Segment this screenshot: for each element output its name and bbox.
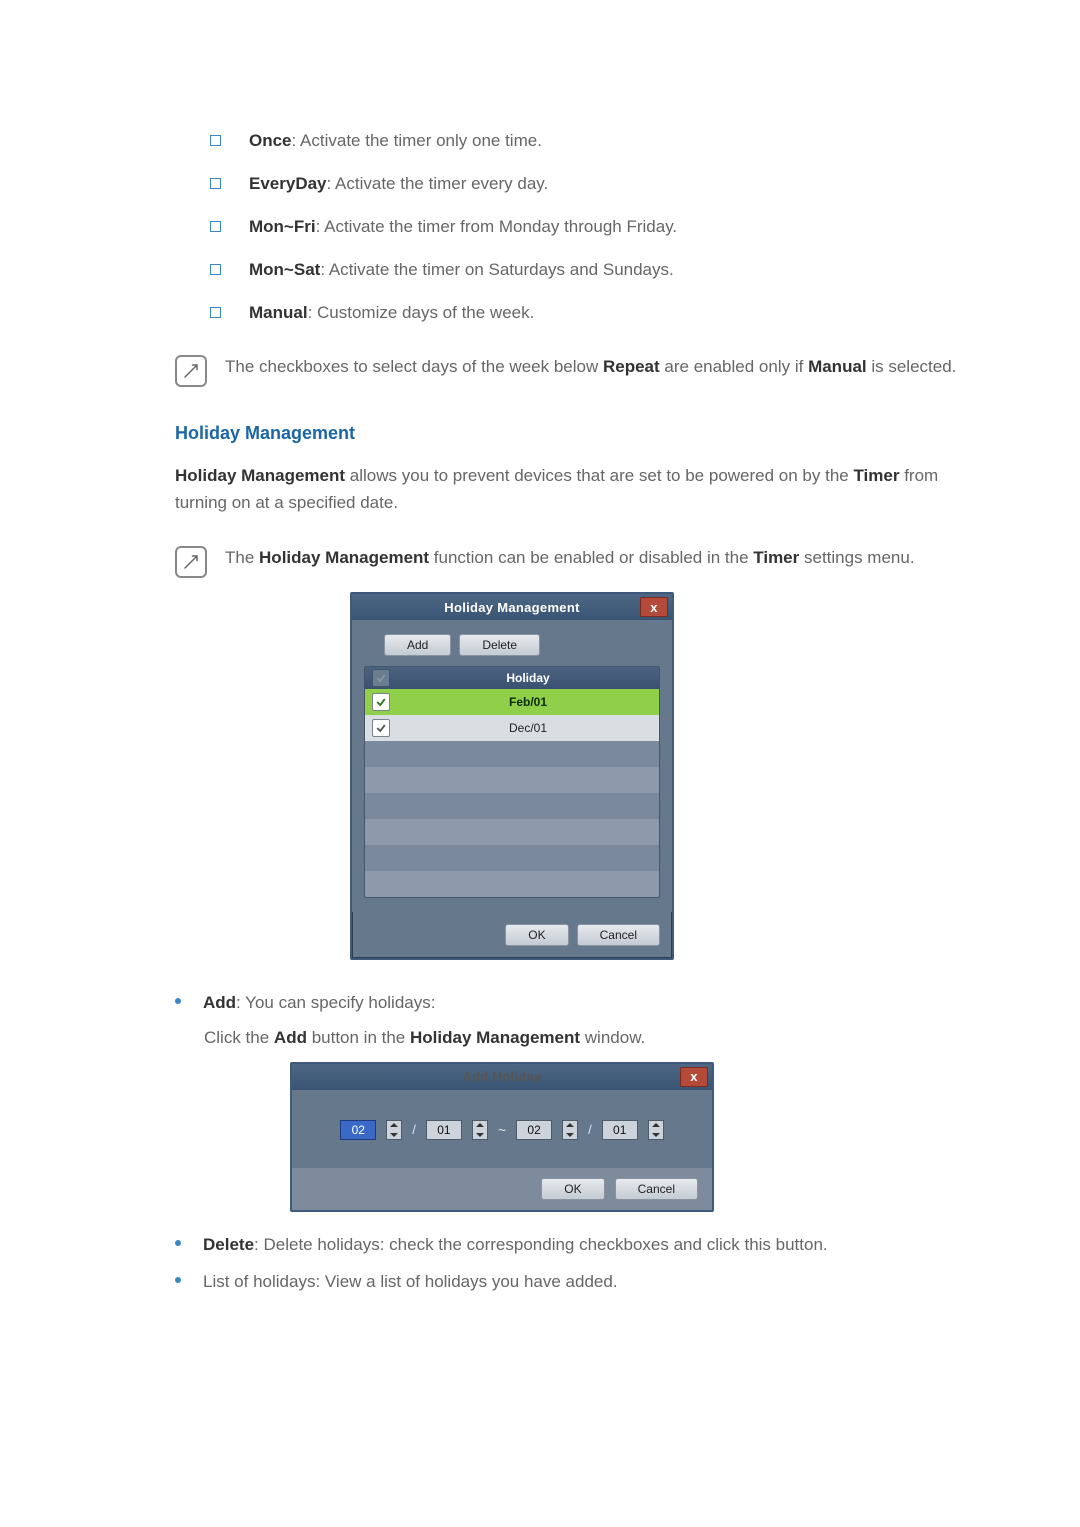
holiday-cell: Feb/01 xyxy=(397,695,659,709)
table-header: Holiday xyxy=(365,667,659,689)
bullet-text: Mon~Sat: Activate the timer on Saturdays… xyxy=(249,259,674,282)
date-range-row: 02 / 01 ~ 02 / 01 xyxy=(292,1120,712,1168)
dot-bullet-icon xyxy=(175,1240,181,1246)
note-icon xyxy=(175,546,207,578)
square-bullet-icon xyxy=(210,135,221,146)
list-item: EveryDay: Activate the timer every day. xyxy=(210,173,980,196)
list-item: Manual: Customize days of the week. xyxy=(210,302,980,325)
bullet-text: Manual: Customize days of the week. xyxy=(249,302,534,325)
square-bullet-icon xyxy=(210,264,221,275)
spinner-icon[interactable] xyxy=(386,1120,402,1140)
ok-button[interactable]: OK xyxy=(541,1178,604,1200)
section-title: Holiday Management xyxy=(175,423,980,444)
slash-separator: / xyxy=(588,1122,592,1137)
row-checkbox[interactable] xyxy=(372,693,390,711)
ok-button[interactable]: OK xyxy=(505,924,568,946)
bullet-text: EveryDay: Activate the timer every day. xyxy=(249,173,548,196)
list-item: Mon~Fri: Activate the timer from Monday … xyxy=(210,216,980,239)
column-holiday: Holiday xyxy=(397,671,659,685)
list-item: List of holidays: View a list of holiday… xyxy=(175,1269,980,1295)
bullet-text: Mon~Fri: Activate the timer from Monday … xyxy=(249,216,677,239)
note-row: The Holiday Management function can be e… xyxy=(175,546,980,578)
note-text: The Holiday Management function can be e… xyxy=(225,546,915,570)
spinner-icon[interactable] xyxy=(562,1120,578,1140)
square-bullet-icon xyxy=(210,178,221,189)
close-button[interactable]: x xyxy=(640,597,668,617)
table-row[interactable]: Dec/01 xyxy=(365,715,659,741)
note-text: The checkboxes to select days of the wee… xyxy=(225,355,956,379)
table-row-empty xyxy=(365,741,659,767)
add-holiday-dialog: Add Holiday x 02 / 01 ~ 02 / 01 xyxy=(290,1062,714,1212)
end-month-input[interactable]: 02 xyxy=(516,1120,552,1140)
end-day-input[interactable]: 01 xyxy=(602,1120,638,1140)
list-item: Delete: Delete holidays: check the corre… xyxy=(175,1232,980,1258)
table-row-empty xyxy=(365,767,659,793)
square-bullet-icon xyxy=(210,307,221,318)
sub-paragraph: Click the Add button in the Holiday Mana… xyxy=(204,1028,980,1048)
table-row-empty xyxy=(365,845,659,871)
list-item: Add: You can specify holidays: xyxy=(175,990,980,1016)
holiday-management-dialog: Holiday Management x Add Delete Hol xyxy=(350,592,674,960)
slash-separator: / xyxy=(412,1122,416,1137)
square-bullet-icon xyxy=(210,221,221,232)
table-row[interactable]: Feb/01 xyxy=(365,689,659,715)
add-button[interactable]: Add xyxy=(384,634,451,656)
close-button[interactable]: x xyxy=(680,1067,708,1087)
start-month-input[interactable]: 02 xyxy=(340,1120,376,1140)
cancel-button[interactable]: Cancel xyxy=(615,1178,698,1200)
dot-bullet-icon xyxy=(175,1277,181,1283)
header-checkbox[interactable] xyxy=(372,669,390,687)
range-separator: ~ xyxy=(498,1122,506,1138)
holiday-cell: Dec/01 xyxy=(397,721,659,735)
intro-paragraph: Holiday Management allows you to prevent… xyxy=(175,462,980,516)
spinner-icon[interactable] xyxy=(648,1120,664,1140)
table-row-empty xyxy=(365,793,659,819)
table-row-empty xyxy=(365,871,659,897)
cancel-button[interactable]: Cancel xyxy=(577,924,660,946)
dot-bullet-icon xyxy=(175,998,181,1004)
dialog-title: Add Holiday x xyxy=(292,1064,712,1090)
note-row: The checkboxes to select days of the wee… xyxy=(175,355,980,387)
bullet-text: Once: Activate the timer only one time. xyxy=(249,130,542,153)
list-item: Mon~Sat: Activate the timer on Saturdays… xyxy=(210,259,980,282)
row-checkbox[interactable] xyxy=(372,719,390,737)
spinner-icon[interactable] xyxy=(472,1120,488,1140)
list-item: Once: Activate the timer only one time. xyxy=(210,130,980,153)
holiday-table: Holiday Feb/01 Dec/01 xyxy=(364,666,660,898)
dialog-title: Holiday Management x xyxy=(352,594,672,620)
delete-button[interactable]: Delete xyxy=(459,634,540,656)
note-icon xyxy=(175,355,207,387)
table-row-empty xyxy=(365,819,659,845)
start-day-input[interactable]: 01 xyxy=(426,1120,462,1140)
